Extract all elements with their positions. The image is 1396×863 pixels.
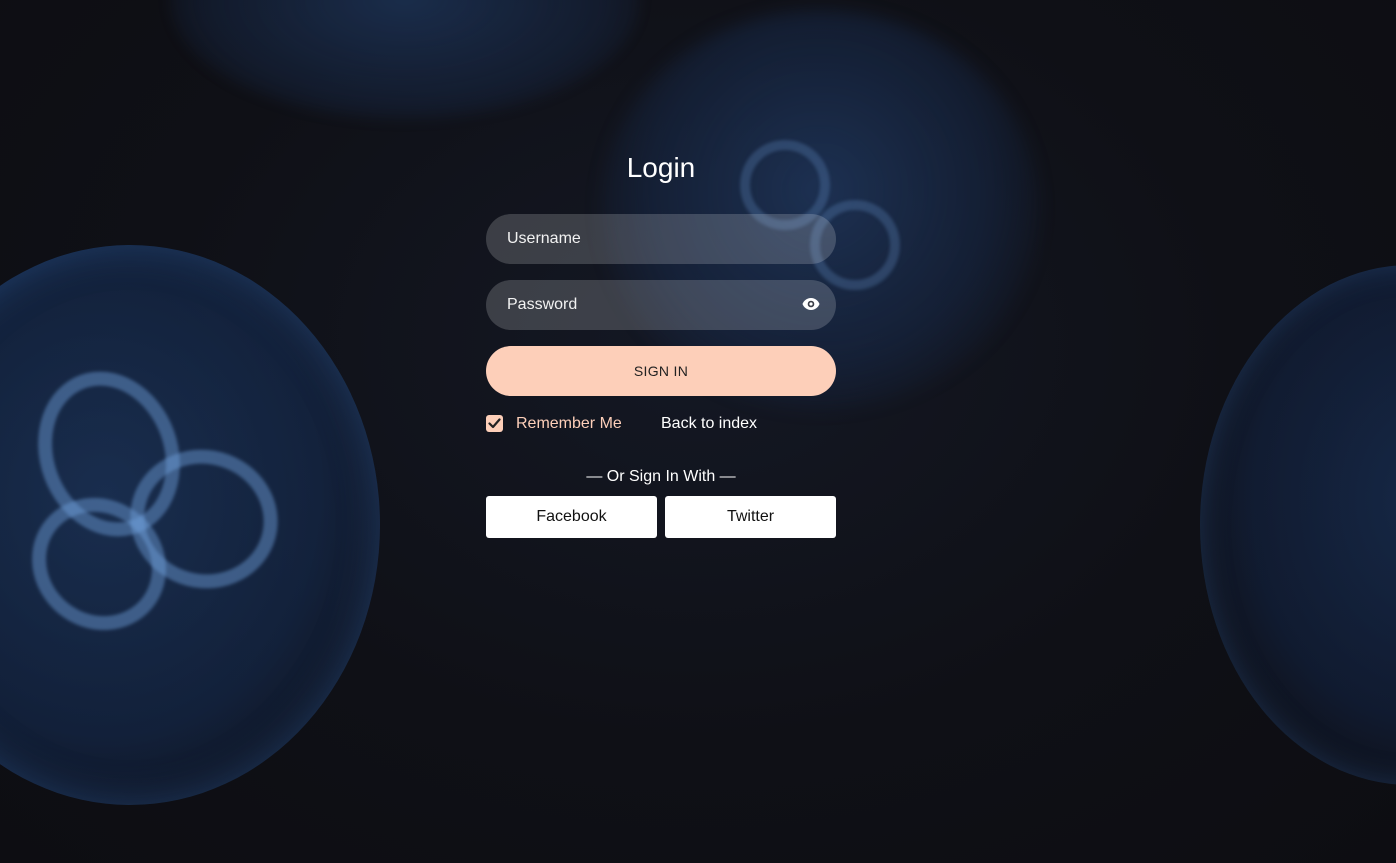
username-field-wrapper — [486, 214, 836, 264]
remember-me-label[interactable]: Remember Me — [516, 415, 622, 433]
jellyfish-top — [170, 0, 640, 120]
eye-icon[interactable] — [802, 297, 820, 311]
sign-in-button[interactable]: SIGN IN — [486, 346, 836, 396]
options-row: Remember Me Back to index — [486, 414, 836, 434]
jellyfish-right — [1200, 265, 1396, 785]
page-title: Login — [626, 152, 696, 183]
back-to-index-link[interactable]: Back to index — [661, 415, 757, 433]
twitter-button[interactable]: Twitter — [665, 496, 836, 538]
check-icon — [488, 418, 501, 429]
password-field-wrapper — [486, 280, 836, 330]
remember-me-checkbox[interactable] — [486, 415, 503, 432]
password-input[interactable] — [486, 280, 836, 330]
social-divider: — Or Sign In With — — [586, 468, 736, 485]
social-buttons: Facebook Twitter — [486, 496, 836, 538]
username-input[interactable] — [486, 214, 836, 264]
login-form: Login SIGN IN Remember Me Back to index … — [486, 150, 836, 538]
facebook-button[interactable]: Facebook — [486, 496, 657, 538]
